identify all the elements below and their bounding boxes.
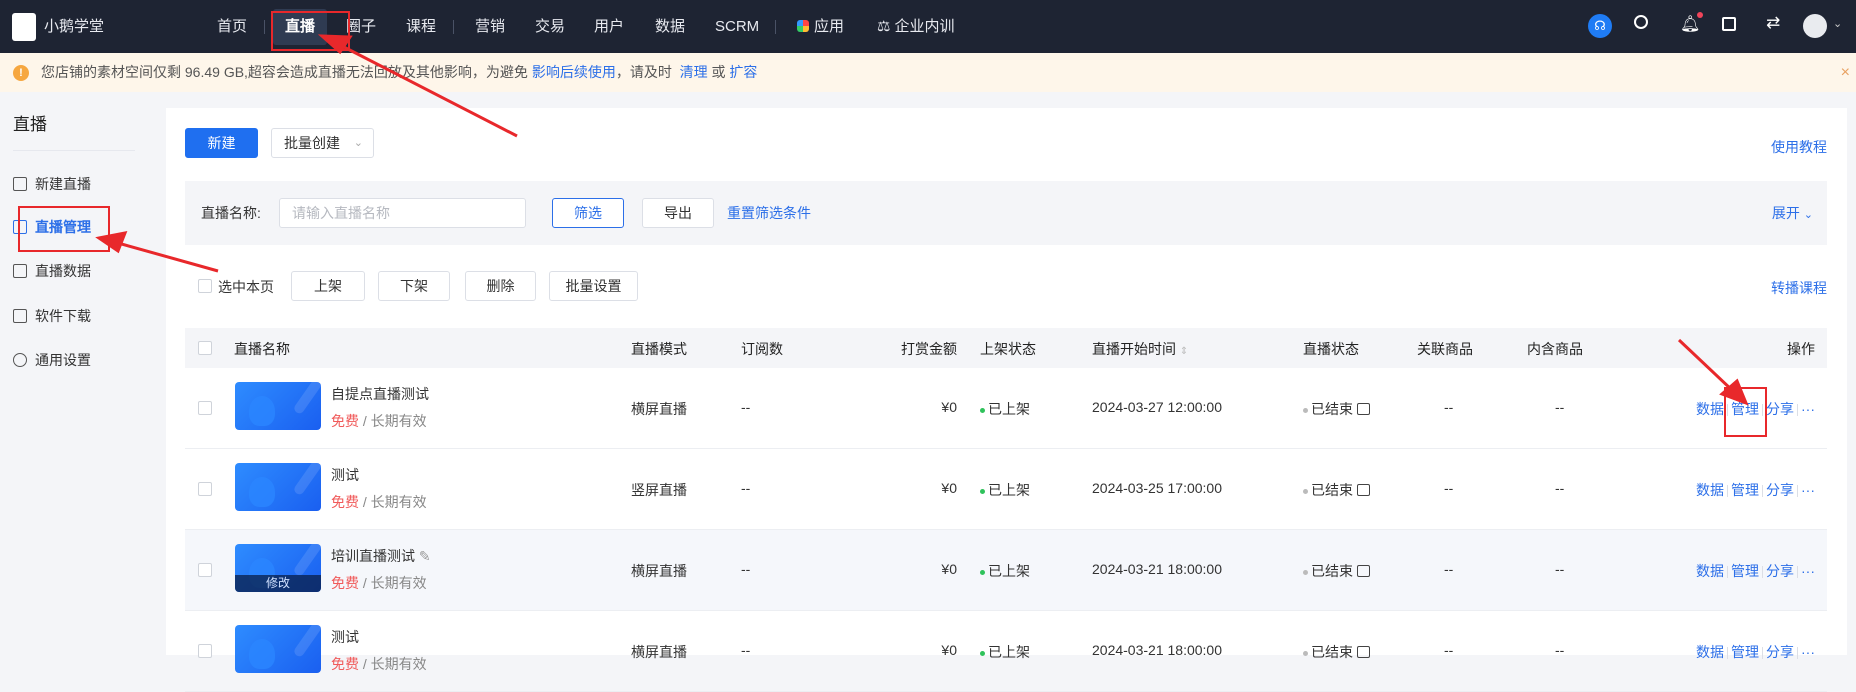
arrow-line xyxy=(339,43,518,138)
annotation-arrows xyxy=(95,34,1749,406)
price-label: 免费 xyxy=(331,656,359,672)
arrow-line xyxy=(1677,338,1735,393)
arrow-line xyxy=(117,241,219,273)
arrow-head xyxy=(95,231,128,254)
price-info: 免费 / 长期有效 xyxy=(331,654,427,674)
validity-label: / 长期有效 xyxy=(362,656,427,672)
